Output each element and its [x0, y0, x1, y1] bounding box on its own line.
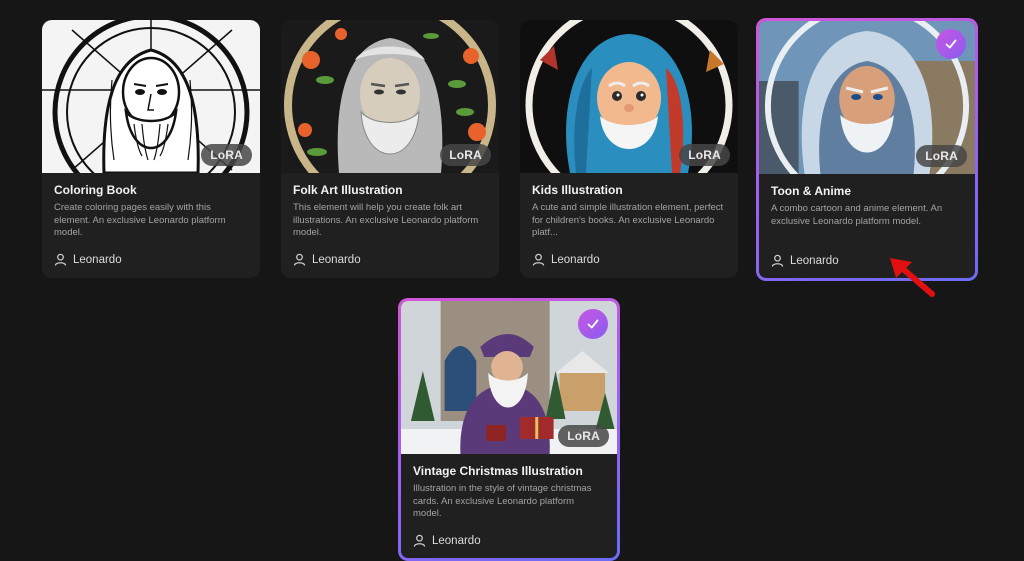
- selected-check-icon[interactable]: [936, 29, 966, 59]
- author-name: Leonardo: [790, 254, 839, 267]
- author-name: Leonardo: [312, 253, 361, 266]
- card-description: Illustration in the style of vintage chr…: [413, 483, 592, 519]
- element-card-vintage-christmas-illustration[interactable]: LoRA Vintage Christmas Illustration Illu…: [398, 298, 620, 561]
- card-description: A cute and simple illustration element, …: [532, 202, 724, 238]
- element-card-toon-anime[interactable]: LoRA Toon & Anime A combo cartoon and an…: [756, 18, 978, 281]
- selected-check-icon[interactable]: [578, 309, 608, 339]
- lora-badge: LoRA: [679, 144, 730, 166]
- lora-badge: LoRA: [440, 144, 491, 166]
- card-description: Create coloring pages easily with this e…: [54, 202, 226, 238]
- card-description: This element will help you create folk a…: [293, 202, 479, 238]
- author-name: Leonardo: [432, 534, 481, 547]
- card-title: Folk Art Illustration: [293, 183, 403, 197]
- author-name: Leonardo: [551, 253, 600, 266]
- lora-badge: LoRA: [201, 144, 252, 166]
- lora-badge: LoRA: [558, 425, 609, 447]
- element-card-coloring-book[interactable]: LoRA Coloring Book Create coloring pages…: [42, 20, 260, 278]
- card-title: Toon & Anime: [771, 184, 851, 198]
- card-author: Leonardo: [771, 254, 839, 267]
- user-icon: [532, 253, 545, 266]
- user-icon: [771, 254, 784, 267]
- card-title: Coloring Book: [54, 183, 137, 197]
- user-icon: [54, 253, 67, 266]
- element-card-folk-art-illustration[interactable]: LoRA Folk Art Illustration This element …: [281, 20, 499, 278]
- card-author: Leonardo: [293, 253, 361, 266]
- user-icon: [293, 253, 306, 266]
- card-title: Kids Illustration: [532, 183, 623, 197]
- card-author: Leonardo: [532, 253, 600, 266]
- card-title: Vintage Christmas Illustration: [413, 464, 583, 478]
- card-description: A combo cartoon and anime element. An ex…: [771, 203, 943, 227]
- annotation-arrow-icon: [890, 258, 935, 297]
- element-card-kids-illustration[interactable]: LoRA Kids Illustration A cute and simple…: [520, 20, 738, 278]
- card-author: Leonardo: [54, 253, 122, 266]
- author-name: Leonardo: [73, 253, 122, 266]
- lora-badge: LoRA: [916, 145, 967, 167]
